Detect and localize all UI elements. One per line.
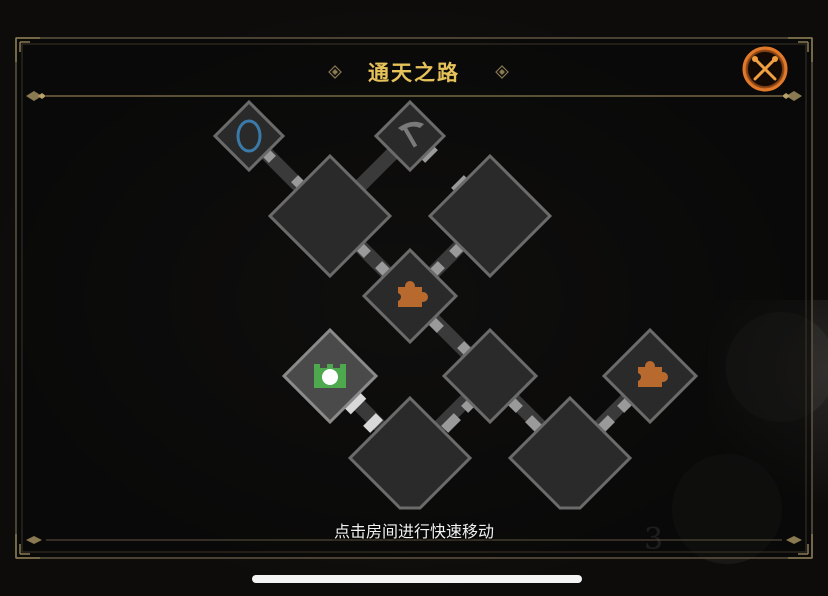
home-indicator[interactable] — [252, 575, 582, 583]
player-marker-icon — [322, 369, 338, 385]
quick-move-hint: 点击房间进行快速移动 — [333, 522, 494, 541]
dungeon-map — [212, 99, 699, 510]
castle-icon — [314, 364, 346, 388]
